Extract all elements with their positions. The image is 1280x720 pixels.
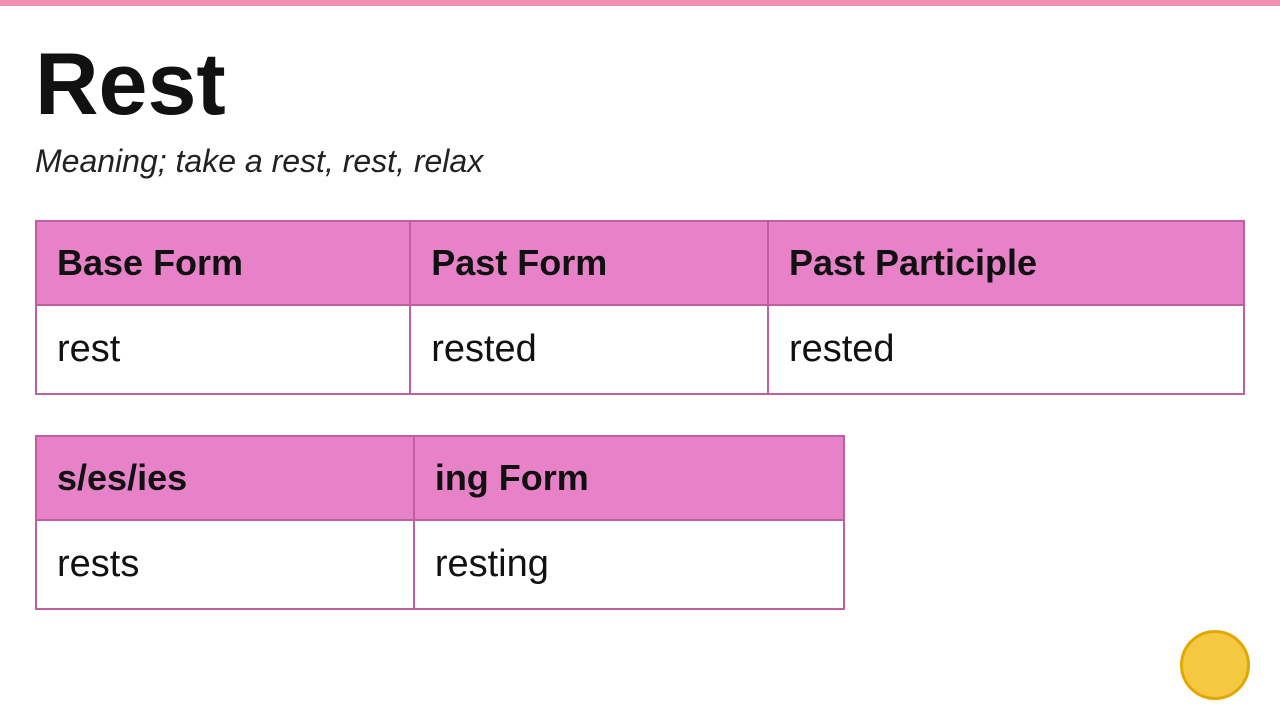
table2-row: rests resting	[36, 520, 844, 609]
table-header-row: Base Form Past Form Past Participle	[36, 221, 1244, 305]
logo-circle	[1180, 630, 1250, 700]
main-content: Rest Meaning; take a rest, rest, relax B…	[0, 6, 1280, 680]
cell-past-participle: rested	[768, 305, 1244, 394]
cell-past-form: rested	[410, 305, 768, 394]
cell-ses: rests	[36, 520, 414, 609]
ses-ing-table: s/es/ies ing Form rests resting	[35, 435, 845, 610]
word-title: Rest	[35, 36, 1245, 133]
header-base-form: Base Form	[36, 221, 410, 305]
header-past-participle: Past Participle	[768, 221, 1244, 305]
cell-base-form: rest	[36, 305, 410, 394]
verb-forms-table: Base Form Past Form Past Participle rest…	[35, 220, 1245, 395]
word-meaning: Meaning; take a rest, rest, relax	[35, 143, 1245, 180]
second-table-section: s/es/ies ing Form rests resting	[35, 435, 1245, 610]
cell-ing: resting	[414, 520, 844, 609]
table2-header-row: s/es/ies ing Form	[36, 436, 844, 520]
verb-table-section: Base Form Past Form Past Participle rest…	[35, 220, 1245, 395]
header-ses: s/es/ies	[36, 436, 414, 520]
table-row: rest rested rested	[36, 305, 1244, 394]
header-ing-form: ing Form	[414, 436, 844, 520]
corner-logo	[1180, 630, 1260, 710]
header-past-form: Past Form	[410, 221, 768, 305]
